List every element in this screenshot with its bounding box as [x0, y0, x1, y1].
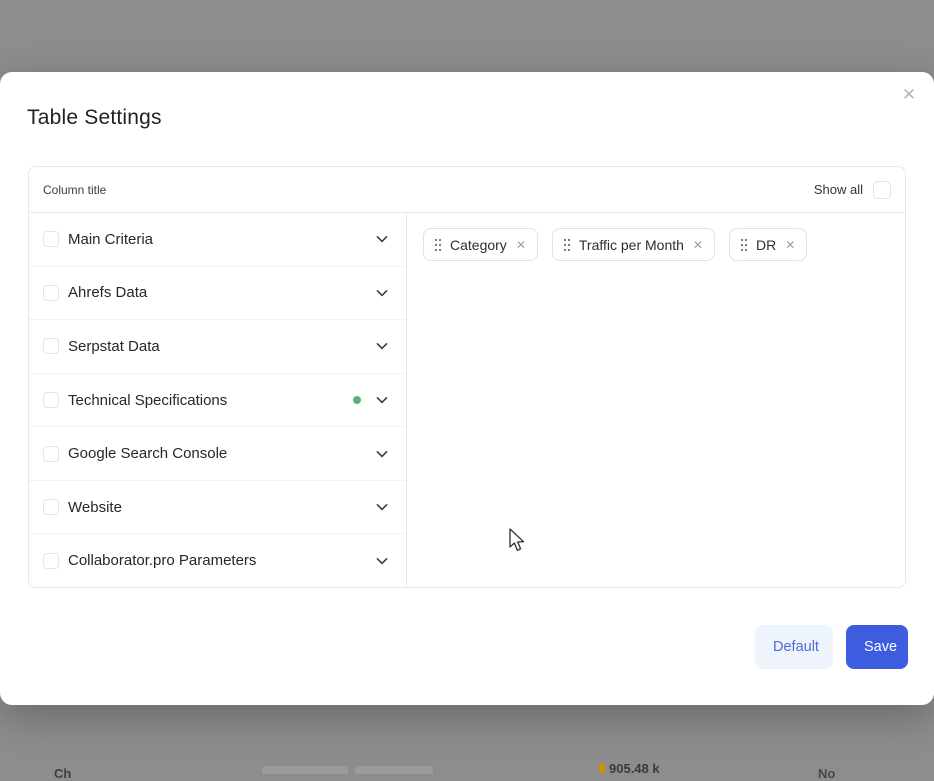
chevron-down-icon[interactable]	[374, 553, 390, 569]
category-label: Main Criteria	[68, 231, 374, 248]
chip-label: DR	[756, 237, 776, 253]
category-row[interactable]: Technical Specifications	[29, 374, 406, 428]
drag-handle-icon[interactable]	[741, 239, 747, 251]
modal-footer: Default Save	[755, 625, 908, 669]
drag-handle-icon[interactable]	[564, 239, 570, 251]
background-partial-text: No	[818, 766, 835, 781]
background-partial-box	[262, 766, 348, 774]
background-partial-metric: 905.48 k	[609, 761, 660, 776]
chevron-down-icon[interactable]	[374, 231, 390, 247]
category-checkbox[interactable]	[43, 499, 59, 515]
category-label: Website	[68, 499, 374, 516]
background-partial-box	[355, 766, 433, 774]
save-button[interactable]: Save	[846, 625, 908, 669]
chip-label: Traffic per Month	[579, 237, 684, 253]
show-all-label: Show all	[814, 182, 863, 197]
remove-chip-icon[interactable]: ✕	[785, 239, 795, 251]
category-checkbox[interactable]	[43, 338, 59, 354]
panel-header: Column title Show all	[29, 167, 905, 213]
category-list: Main Criteria Ahrefs Data Serpstat Data …	[29, 213, 407, 587]
category-checkbox[interactable]	[43, 392, 59, 408]
show-all-control: Show all	[814, 181, 891, 199]
category-row[interactable]: Main Criteria	[29, 213, 406, 267]
default-button[interactable]: Default	[755, 625, 833, 669]
column-title-label: Column title	[43, 183, 106, 197]
remove-chip-icon[interactable]: ✕	[516, 239, 526, 251]
category-checkbox[interactable]	[43, 285, 59, 301]
background-partial-text: Ch	[54, 766, 71, 781]
chevron-down-icon[interactable]	[374, 499, 390, 515]
category-row[interactable]: Ahrefs Data	[29, 267, 406, 321]
close-icon[interactable]: ✕	[896, 82, 922, 108]
chip-label: Category	[450, 237, 507, 253]
category-checkbox[interactable]	[43, 553, 59, 569]
drag-handle-icon[interactable]	[435, 239, 441, 251]
show-all-checkbox[interactable]	[873, 181, 891, 199]
selected-column-chip: Category ✕	[423, 228, 538, 261]
category-label: Google Search Console	[68, 445, 374, 462]
category-label: Ahrefs Data	[68, 284, 374, 301]
selected-columns-area: Category ✕ Traffic per Month ✕ DR ✕	[407, 213, 905, 587]
panel-body: Main Criteria Ahrefs Data Serpstat Data …	[29, 213, 905, 587]
chevron-down-icon[interactable]	[374, 338, 390, 354]
chevron-down-icon[interactable]	[374, 285, 390, 301]
selected-column-chip: Traffic per Month ✕	[552, 228, 715, 261]
columns-panel: Column title Show all Main Criteria Ahre…	[28, 166, 906, 588]
category-checkbox[interactable]	[43, 231, 59, 247]
category-label: Serpstat Data	[68, 338, 374, 355]
table-settings-modal: Table Settings ✕ Column title Show all M…	[0, 72, 934, 705]
modal-title: Table Settings	[27, 106, 162, 130]
chevron-down-icon[interactable]	[374, 446, 390, 462]
selected-column-chip: DR ✕	[729, 228, 807, 261]
category-label: Technical Specifications	[68, 392, 353, 409]
category-checkbox[interactable]	[43, 446, 59, 462]
category-row[interactable]: Website	[29, 481, 406, 535]
category-row[interactable]: Collaborator.pro Parameters	[29, 534, 406, 587]
chevron-down-icon[interactable]	[374, 392, 390, 408]
category-row[interactable]: Serpstat Data	[29, 320, 406, 374]
remove-chip-icon[interactable]: ✕	[693, 239, 703, 251]
status-dot-icon	[353, 396, 361, 404]
category-label: Collaborator.pro Parameters	[68, 552, 374, 569]
category-row[interactable]: Google Search Console	[29, 427, 406, 481]
